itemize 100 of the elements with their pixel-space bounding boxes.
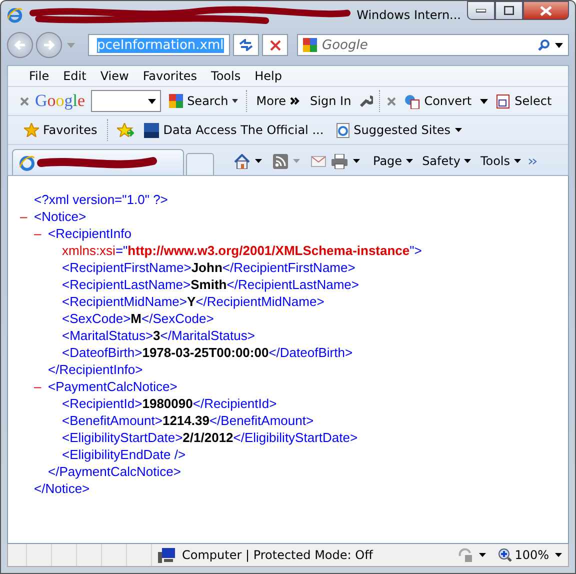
xml-value: 1978-03-25T00:00:00 bbox=[142, 345, 269, 360]
dropdown-arrow-icon bbox=[454, 128, 462, 132]
menu-item[interactable]: Edit bbox=[56, 69, 94, 83]
xml-value: 1214.39 bbox=[162, 413, 210, 428]
computer-icon bbox=[158, 548, 176, 562]
dropdown-arrow-icon bbox=[232, 99, 238, 103]
close-icon[interactable] bbox=[387, 96, 396, 106]
xml-tag: <RecipientFirstName> bbox=[62, 260, 192, 275]
dropdown-arrow-icon bbox=[464, 159, 472, 163]
xml-value: 2/1/2012 bbox=[182, 430, 234, 445]
dropdown-arrow-icon[interactable] bbox=[478, 553, 486, 557]
tiles-icon bbox=[169, 94, 184, 108]
xml-tag: <RecipientMidName> bbox=[62, 294, 188, 309]
favorite-link[interactable]: Data Access The Official ... bbox=[142, 122, 326, 138]
collapse-toggle[interactable]: – bbox=[34, 379, 48, 394]
page-icon bbox=[336, 122, 350, 138]
xml-tag: </Notice> bbox=[34, 481, 90, 496]
xml-tag: </PaymentCalcNotice> bbox=[48, 464, 181, 479]
forward-button[interactable] bbox=[36, 32, 62, 58]
favorites-button[interactable]: Favorites bbox=[22, 123, 100, 137]
menu-item[interactable]: Help bbox=[248, 69, 289, 83]
more-button[interactable]: More bbox=[254, 94, 302, 108]
back-arrow-icon bbox=[14, 40, 26, 50]
close-icon bbox=[540, 6, 552, 16]
menu-item[interactable]: File bbox=[22, 69, 56, 83]
xml-declaration: <?xml version="1.0" ?> bbox=[34, 192, 168, 207]
xml-attribute: xmlns:xsi="http://www.w3.org/2001/XMLSchema-instance"> bbox=[62, 243, 422, 258]
magnifier-icon bbox=[498, 548, 512, 562]
close-button[interactable] bbox=[523, 1, 569, 20]
xml-tag: </RecipientLastName> bbox=[226, 277, 360, 292]
rss-feed-icon[interactable] bbox=[273, 154, 288, 168]
minimize-icon bbox=[476, 8, 486, 12]
menu-item[interactable]: Tools bbox=[204, 69, 248, 83]
dropdown-arrow-icon[interactable] bbox=[353, 159, 360, 163]
sign-in-button[interactable]: Sign In bbox=[308, 94, 354, 108]
xml-tag: </DateofBirth> bbox=[268, 345, 353, 360]
xml-tag: <Notice> bbox=[34, 209, 86, 224]
dropdown-arrow-icon[interactable] bbox=[555, 553, 562, 557]
zoom-button[interactable]: 100% bbox=[498, 548, 549, 562]
xml-tag: <SexCode> bbox=[62, 311, 131, 326]
select-button[interactable]: Select bbox=[494, 94, 554, 108]
menu-item[interactable]: View bbox=[93, 69, 136, 83]
toolbar-logo: Google bbox=[35, 91, 86, 111]
star-icon bbox=[24, 123, 39, 137]
xml-tag: </MaritalStatus> bbox=[160, 328, 255, 343]
xml-value: Smith bbox=[190, 277, 227, 292]
xml-value: 3 bbox=[153, 328, 160, 343]
window-title: Windows Intern... bbox=[356, 8, 461, 22]
xml-value: Y bbox=[187, 294, 196, 309]
command-menu-button[interactable]: Tools bbox=[478, 154, 524, 168]
dropdown-arrow-icon[interactable] bbox=[480, 98, 488, 104]
xml-tag: <RecipientId> bbox=[62, 396, 142, 411]
browser-logo-icon bbox=[19, 154, 35, 170]
search-button[interactable]: Search bbox=[167, 94, 240, 108]
convert-button[interactable]: Convert bbox=[402, 94, 474, 108]
xml-tag: <RecipientInfo bbox=[48, 226, 132, 241]
xml-tag: <BenefitAmount> bbox=[62, 413, 162, 428]
xml-value: John bbox=[191, 260, 222, 275]
favorite-link[interactable]: Suggested Sites bbox=[334, 122, 464, 138]
search-provider-icon bbox=[303, 38, 317, 52]
refresh-button[interactable] bbox=[233, 34, 259, 56]
close-icon[interactable] bbox=[20, 96, 29, 106]
command-menu-button[interactable]: Page bbox=[371, 154, 416, 168]
printer-icon[interactable] bbox=[331, 154, 348, 168]
xml-tag: <EligibilityEndDate /> bbox=[62, 447, 186, 462]
search-combo-field[interactable] bbox=[91, 90, 162, 112]
double-chevron-icon bbox=[290, 97, 300, 105]
add-favorite-icon[interactable] bbox=[117, 123, 134, 137]
collapse-toggle[interactable]: – bbox=[34, 226, 48, 241]
chevron-icon[interactable] bbox=[528, 158, 538, 164]
maximize-icon bbox=[504, 6, 514, 15]
xml-tag: <DateofBirth> bbox=[62, 345, 142, 360]
search-icon[interactable] bbox=[538, 39, 550, 51]
minimize-button[interactable] bbox=[467, 1, 495, 20]
dropdown-arrow-icon bbox=[148, 98, 156, 104]
xml-tag: </RecipientInfo> bbox=[48, 362, 143, 377]
dropdown-arrow-icon[interactable] bbox=[255, 159, 262, 163]
dropdown-arrow-icon bbox=[406, 159, 414, 163]
xml-tag: </RecipientMidName> bbox=[196, 294, 324, 309]
maximize-button[interactable] bbox=[495, 1, 523, 20]
menu-item[interactable]: Favorites bbox=[136, 69, 204, 83]
mail-icon[interactable] bbox=[311, 156, 326, 166]
xml-tag: </RecipientId> bbox=[192, 396, 277, 411]
security-zone-status: Computer | Protected Mode: Off bbox=[182, 548, 373, 562]
dropdown-arrow-icon bbox=[514, 159, 522, 163]
collapse-toggle[interactable]: – bbox=[20, 209, 34, 224]
command-menu-button[interactable]: Safety bbox=[420, 154, 474, 168]
browser-tab[interactable] bbox=[12, 149, 184, 175]
search-field[interactable]: Google bbox=[297, 34, 569, 56]
refresh-icon bbox=[239, 39, 253, 51]
xml-tag: <EligibilityStartDate> bbox=[62, 430, 183, 445]
search-placeholder: Google bbox=[322, 38, 369, 52]
home-icon[interactable] bbox=[234, 154, 250, 168]
back-button[interactable] bbox=[7, 32, 33, 58]
xml-tag: <RecipientLastName> bbox=[62, 277, 191, 292]
xml-tag: <MaritalStatus> bbox=[62, 328, 154, 343]
xml-tag: </SexCode> bbox=[142, 311, 214, 326]
dropdown-arrow-icon[interactable] bbox=[555, 42, 563, 48]
forward-arrow-icon bbox=[43, 40, 55, 50]
stop-button[interactable] bbox=[262, 34, 288, 56]
